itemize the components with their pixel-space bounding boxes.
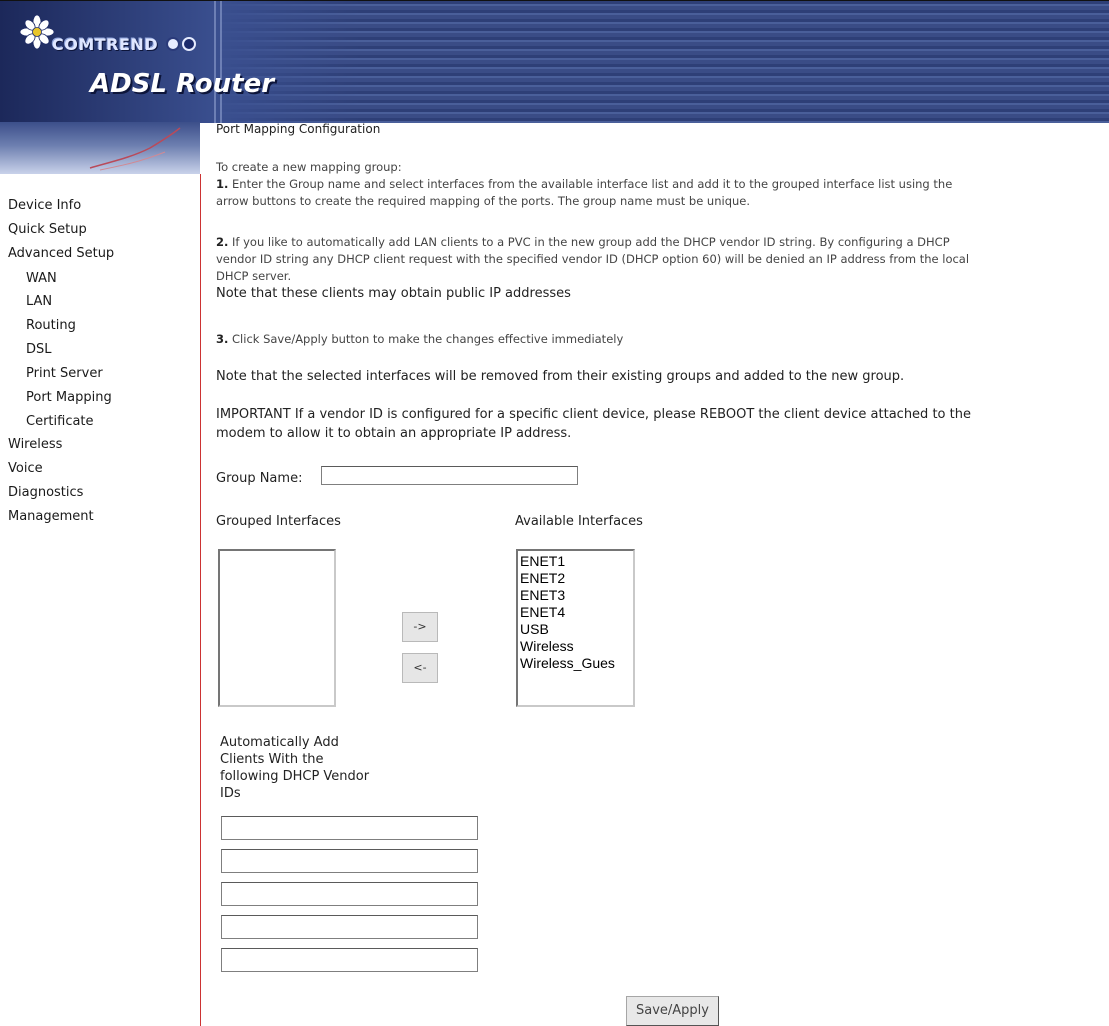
header-glow (0, 1, 360, 123)
sidebar-item-certificate[interactable]: Certificate (26, 414, 94, 429)
save-apply-button[interactable]: Save/Apply (626, 996, 719, 1026)
sidebar-item-device-info[interactable]: Device Info (8, 198, 81, 213)
sidebar-item-quick-setup[interactable]: Quick Setup (8, 222, 87, 237)
sidebar-item-lan[interactable]: LAN (26, 294, 52, 309)
vendor-id-field-3[interactable] (221, 882, 478, 906)
sidebar-item-management[interactable]: Management (8, 509, 94, 524)
vendor-id-field-2[interactable] (221, 849, 478, 873)
step2-line1: 2. If you like to automatically add LAN … (216, 234, 950, 251)
vendor-ids-label: Automatically Add Clients With the follo… (220, 734, 369, 802)
list-item[interactable]: Wireless_Gues (520, 655, 631, 672)
list-item[interactable]: ENET1 (520, 553, 631, 570)
header-divider (220, 1, 222, 123)
list-item[interactable]: ENET4 (520, 604, 631, 621)
sidebar-item-voice[interactable]: Voice (8, 461, 43, 476)
step1-line2: arrow buttons to create the required map… (216, 194, 751, 208)
available-interfaces-list[interactable]: ENET1 ENET2 ENET3 ENET4 USB Wireless Wir… (516, 549, 635, 707)
swoosh-icon (89, 127, 181, 171)
step2-text: If you like to automatically add LAN cli… (232, 235, 950, 249)
sidebar-item-wireless[interactable]: Wireless (8, 437, 62, 452)
header-banner: COMTREND ADSL Router (0, 0, 1109, 123)
step2-note: Note that these clients may obtain publi… (216, 286, 571, 301)
step1-text: Enter the Group name and select interfac… (232, 177, 953, 191)
important-line2: modem to allow it to obtain an appropria… (216, 426, 572, 441)
step3-number: 3. (216, 332, 229, 346)
list-item[interactable]: Wireless (520, 638, 631, 655)
product-title: ADSL Router (90, 69, 275, 99)
flower-logo-icon (20, 15, 54, 49)
sidebar-item-print-server[interactable]: Print Server (26, 366, 103, 381)
step1-line1: 1. Enter the Group name and select inter… (216, 176, 952, 193)
sidebar-item-routing[interactable]: Routing (26, 318, 76, 333)
vendor-label-line: Automatically Add (220, 735, 339, 750)
step2-line3: DHCP server. (216, 269, 292, 283)
page-title: Port Mapping Configuration (216, 122, 381, 136)
grouped-interfaces-label: Grouped Interfaces (216, 514, 341, 529)
add-interface-button[interactable]: -> (402, 612, 438, 642)
sidebar-item-wan[interactable]: WAN (26, 271, 57, 286)
grouped-interfaces-list[interactable] (218, 549, 336, 707)
vendor-id-field-1[interactable] (221, 816, 478, 840)
header-divider (214, 1, 216, 123)
list-item[interactable]: ENET2 (520, 570, 631, 587)
step1-number: 1. (216, 177, 229, 191)
brand-dots-icon (166, 36, 198, 55)
main-content: Port Mapping Configuration To create a n… (206, 122, 1106, 1026)
list-item[interactable]: USB (520, 621, 631, 638)
sidebar-nav: Device Info Quick Setup Advanced Setup W… (0, 174, 201, 1026)
vendor-label-line: IDs (220, 786, 241, 801)
sidebar-header-art (0, 122, 200, 174)
step2-number: 2. (216, 235, 229, 249)
available-interfaces-label: Available Interfaces (515, 514, 643, 529)
sidebar-item-advanced-setup[interactable]: Advanced Setup (8, 246, 114, 261)
vendor-label-line: following DHCP Vendor (220, 769, 370, 784)
list-item[interactable]: ENET3 (520, 587, 631, 604)
remove-interface-button[interactable]: <- (402, 653, 438, 683)
vendor-id-field-5[interactable] (221, 948, 478, 972)
vendor-id-field-4[interactable] (221, 915, 478, 939)
sidebar-item-port-mapping[interactable]: Port Mapping (26, 390, 112, 405)
step2-line2: vendor ID string any DHCP client request… (216, 252, 970, 266)
step3-text: Click Save/Apply button to make the chan… (232, 332, 624, 346)
step3-line: 3. Click Save/Apply button to make the c… (216, 331, 623, 348)
sidebar-item-dsl[interactable]: DSL (26, 342, 52, 357)
sidebar-item-diagnostics[interactable]: Diagnostics (8, 485, 83, 500)
brand-logo: COMTREND (52, 35, 159, 54)
group-name-label: Group Name: (216, 471, 303, 486)
important-line1: IMPORTANT If a vendor ID is configured f… (216, 407, 971, 422)
note-removed: Note that the selected interfaces will b… (216, 369, 905, 384)
group-name-input[interactable] (321, 466, 578, 485)
vendor-label-line: Clients With the (220, 752, 324, 767)
intro-text: To create a new mapping group: (216, 160, 402, 174)
